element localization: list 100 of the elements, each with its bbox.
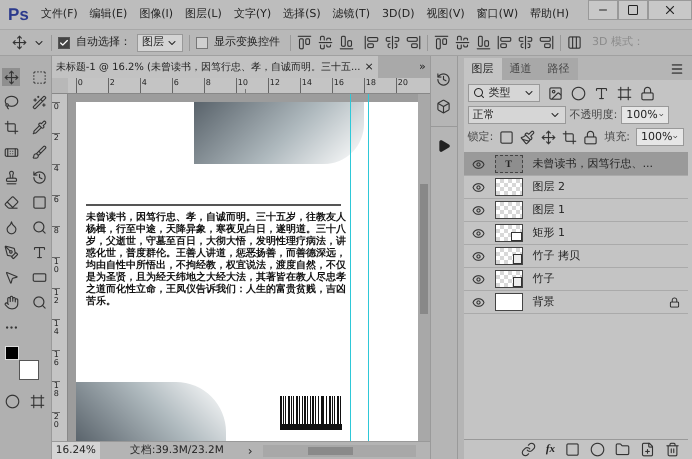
trash-icon[interactable] xyxy=(665,442,680,457)
blur-tool-icon[interactable] xyxy=(4,220,19,234)
visibility-eye-icon[interactable] xyxy=(472,180,485,194)
distribute-left-icon[interactable] xyxy=(497,35,512,50)
panel-tab[interactable]: 通道 xyxy=(502,58,540,80)
panel-menu-icon[interactable] xyxy=(670,62,684,76)
fill-field[interactable]: 100% xyxy=(636,128,684,146)
menu-item[interactable]: 编辑(E) xyxy=(90,6,128,23)
transparent-thumbnail xyxy=(494,201,523,219)
effects-icon[interactable]: fx xyxy=(546,441,555,458)
zoom-tool-icon[interactable] xyxy=(32,294,47,310)
visibility-eye-icon[interactable] xyxy=(472,204,485,216)
horizontal-scrollbar[interactable] xyxy=(262,444,416,456)
align-middle-icon[interactable] xyxy=(318,35,333,50)
tab-overflow-icon[interactable]: » xyxy=(419,58,426,76)
layer-row[interactable]: T 未曾读书，因笃行忠、... xyxy=(464,153,688,176)
background-layer-thumbnail xyxy=(494,293,523,311)
visibility-eye-icon[interactable] xyxy=(472,272,485,286)
target-dropdown[interactable]: 图层 xyxy=(137,34,183,52)
close-tab-icon[interactable]: × xyxy=(364,58,374,76)
zoom-field[interactable]: 16.24% xyxy=(52,442,100,459)
selection-arrow-icon[interactable] xyxy=(4,270,19,284)
eraser-tool-icon[interactable] xyxy=(4,194,19,210)
panel-tab[interactable]: 路径 xyxy=(540,58,578,80)
auto-align-icon[interactable] xyxy=(567,35,582,50)
eyedropper-icon[interactable] xyxy=(32,120,47,134)
menu-item[interactable]: 文字(Y) xyxy=(234,6,272,23)
opacity-field[interactable]: 100% xyxy=(621,106,670,124)
crop-tool-icon[interactable] xyxy=(4,120,19,134)
cube-icon[interactable] xyxy=(436,99,452,114)
align-top-icon[interactable] xyxy=(297,35,312,50)
pen-tool-icon[interactable] xyxy=(4,244,19,260)
hand-tool-icon[interactable] xyxy=(4,294,19,310)
close-button[interactable] xyxy=(648,0,692,20)
panel-tab[interactable]: 图层 xyxy=(464,58,502,80)
layer-name: 竹子 xyxy=(532,270,555,287)
stamp-tool-icon[interactable] xyxy=(4,170,19,184)
maximize-button[interactable] xyxy=(618,0,648,20)
lock-label: 锁定: xyxy=(468,128,494,145)
menu-item[interactable]: 图像(I) xyxy=(139,6,174,23)
distribute-bottom-icon[interactable] xyxy=(476,35,491,50)
menu-item[interactable]: 选择(S) xyxy=(283,6,321,23)
search-icon xyxy=(472,87,485,99)
align-center-icon[interactable] xyxy=(385,35,400,50)
layer-row[interactable]: 竹子 拷贝 xyxy=(464,245,688,268)
image-filter-icon[interactable] xyxy=(548,86,563,100)
align-left-icon[interactable] xyxy=(364,35,379,50)
menu-item[interactable]: 视图(V) xyxy=(426,6,465,23)
folder-icon[interactable] xyxy=(615,442,630,457)
checkbox[interactable] xyxy=(196,36,208,48)
shape-layer-thumbnail xyxy=(494,224,523,242)
align-bottom-icon[interactable] xyxy=(339,35,354,50)
menu-item[interactable]: 图层(L) xyxy=(185,6,222,23)
lock-position-icon[interactable] xyxy=(541,130,556,144)
layer-row[interactable]: 图层 1 xyxy=(464,199,688,222)
new-layer-icon[interactable] xyxy=(640,442,655,457)
layer-row[interactable]: 竹子 xyxy=(464,268,688,291)
filter-dropdown[interactable]: 类型 xyxy=(468,84,540,102)
marquee-tool-icon[interactable] xyxy=(32,70,47,84)
background-color-swatch[interactable] xyxy=(19,360,40,380)
distribute-top-icon[interactable] xyxy=(434,35,449,50)
lasso-tool-icon[interactable] xyxy=(4,94,19,110)
align-right-icon[interactable] xyxy=(406,35,421,50)
layer-row[interactable]: 图层 2 xyxy=(464,176,688,199)
magic-wand-icon[interactable] xyxy=(32,94,47,110)
distribute-middle-icon[interactable] xyxy=(455,35,470,50)
brush-tool-icon[interactable] xyxy=(32,144,47,160)
type-tool-icon[interactable] xyxy=(32,244,47,260)
lock-all-icon[interactable] xyxy=(583,130,598,144)
menu-item[interactable]: 滤镜(T) xyxy=(332,6,370,23)
move-tool-icon[interactable] xyxy=(4,70,19,84)
visibility-eye-icon[interactable] xyxy=(472,296,485,308)
move-tool-icon[interactable] xyxy=(12,35,27,50)
visibility-eye-icon[interactable] xyxy=(472,250,485,262)
foreground-color-swatch[interactable] xyxy=(5,346,20,360)
menu-item[interactable]: 文件(F) xyxy=(40,6,78,23)
vertical-scrollbar[interactable] xyxy=(418,94,430,441)
type-filter-icon[interactable] xyxy=(594,86,609,100)
layer-row[interactable]: 背景 xyxy=(464,291,688,314)
menu-item[interactable]: 3D(D) xyxy=(382,6,415,23)
checkbox[interactable] xyxy=(58,36,70,48)
history-icon[interactable] xyxy=(436,72,452,87)
visibility-eye-icon[interactable] xyxy=(472,226,485,240)
play-icon[interactable] xyxy=(436,139,451,153)
history-brush-icon[interactable] xyxy=(32,170,47,184)
auto-select-label: 自动选择： xyxy=(76,34,131,50)
link-icon[interactable] xyxy=(520,442,536,457)
distribute-right-icon[interactable] xyxy=(539,35,554,50)
distribute-center-icon[interactable] xyxy=(518,35,533,50)
body-paragraph: 未曾读书，因笃行忠、孝，自诚而明。三十五岁，往教友人杨楫，行至中途，天降异象，寒夜见白日，遂明道。三十八岁，父逝世，守墓至百日，大彻大悟，发明性理疗病法，讲惑化世，普度群伦。王善人讲道，惩恶扬善，而善德深远，均由自性中所悟出，不拘经教，权宜说法，渡度自然，不仅是为圣贤，且为经天纬地之大经大法，其著皆在教人尽忠孝之道而化性立命，王凤仪告诉我们：人生的富贵贫贱，吉凶苦乐。 xyxy=(86,212,346,308)
visibility-eye-icon[interactable] xyxy=(472,158,485,170)
menu-item[interactable]: 帮助(H) xyxy=(530,6,569,23)
status-menu-arrow[interactable]: › xyxy=(248,442,253,459)
document-size-label: 文档:39.3M/23.2M xyxy=(130,442,224,458)
layer-row[interactable]: 矩形 1 xyxy=(464,222,688,245)
lock-pixels-icon[interactable] xyxy=(520,130,536,144)
text-layer-thumbnail: T xyxy=(494,155,523,173)
menu-item[interactable]: 窗口(W) xyxy=(476,6,518,23)
blend-mode-dropdown[interactable]: 正常 xyxy=(468,106,566,124)
document-tab[interactable]: 未标题-1 @ 16.2% (未曾读书，因笃行忠、孝，自诚而明。三十五... xyxy=(56,60,360,74)
